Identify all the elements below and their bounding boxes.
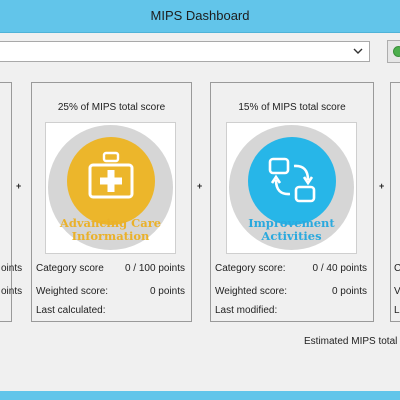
badge-disc — [248, 137, 336, 225]
medical-cross-icon — [88, 151, 134, 199]
window-title: MIPS Dashboard — [150, 8, 250, 23]
category-weight-label: 25% of MIPS total score — [57, 102, 166, 113]
weighted-score-value: 0 points — [331, 286, 367, 297]
category-score-row: Category score: 0 / 40 points — [215, 263, 367, 274]
plus-operator: + — [16, 181, 22, 191]
category-score-label: Category score: — [215, 263, 286, 274]
category-name: Improvement Activities — [227, 217, 356, 243]
category-weight-label: 15% of MIPS total score — [238, 102, 346, 113]
cycle-arrows-icon — [268, 157, 316, 203]
category-score-value: 0 / 100 points — [124, 263, 185, 274]
category-score-value: 0 / 40 points — [312, 263, 367, 274]
weighted-score-row: Weighted score: 0 points — [36, 286, 185, 297]
category-panel-aci: 25% of MIPS total score Advancing Care I… — [31, 82, 192, 322]
go-icon — [393, 46, 400, 57]
estimated-total-label: Estimated MIPS total — [304, 336, 398, 347]
weighted-score-fragment: V — [394, 286, 400, 297]
weighted-score-label: Weighted score: — [36, 286, 109, 297]
last-calculated-label: Last calculated: — [36, 305, 106, 316]
plus-operator: + — [197, 181, 203, 191]
weighted-score-fragment: oints — [1, 286, 23, 297]
weighted-score-value: 0 points — [149, 286, 185, 297]
last-modified-row: Last modified: — [215, 305, 367, 316]
category-score-label: Category score — [36, 263, 104, 274]
category-panel-previous: oints oints — [0, 82, 22, 322]
category-name-line-2: Activities — [261, 229, 322, 243]
category-badge[interactable]: Improvement Activities — [226, 122, 357, 254]
weighted-score-row: Weighted score: 0 points — [215, 286, 367, 297]
last-modified-label: Last modified: — [215, 305, 278, 316]
category-name-line-2: Information — [71, 229, 150, 243]
category-score-row: Category score 0 / 100 points — [36, 263, 185, 274]
category-name: Advancing Care Information — [46, 217, 175, 243]
chevron-down-icon — [353, 48, 363, 54]
category-score-fragment: oints — [1, 263, 23, 274]
category-panel-ia: 15% of MIPS total score Improvement Acti… — [210, 82, 374, 322]
title-bar: MIPS Dashboard — [0, 0, 400, 33]
category-score-fragment: C — [394, 263, 400, 274]
filter-dropdown[interactable] — [0, 41, 370, 62]
category-badge[interactable]: Advancing Care Information — [45, 122, 176, 254]
category-panel-next: C V L — [390, 82, 400, 322]
plus-operator: + — [379, 181, 385, 191]
badge-disc — [67, 137, 155, 225]
refresh-button[interactable] — [387, 40, 400, 63]
window-bottom-border — [0, 391, 400, 400]
last-calculated-row: Last calculated: — [36, 305, 185, 316]
weighted-score-label: Weighted score: — [215, 286, 288, 297]
last-date-fragment: L — [394, 305, 400, 316]
